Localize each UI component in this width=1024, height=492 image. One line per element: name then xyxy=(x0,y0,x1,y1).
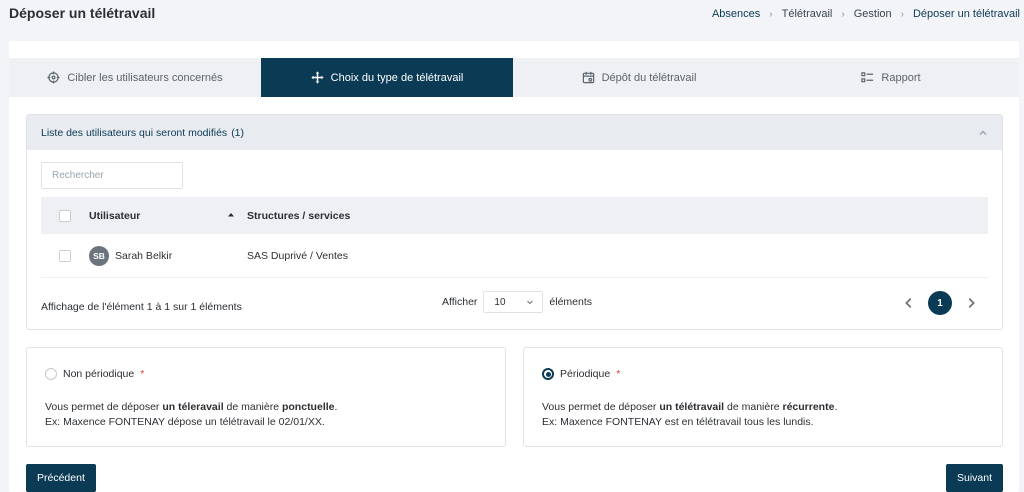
option-non-periodic[interactable]: Non périodique * Vous permet de déposer … xyxy=(26,347,506,447)
users-panel-title: Liste des utilisateurs qui seront modifi… xyxy=(41,126,228,139)
chevron-left-icon[interactable] xyxy=(902,296,916,310)
avatar: SB xyxy=(89,245,109,266)
step-report[interactable]: Rapport xyxy=(765,58,1017,97)
user-name: Sarah Belkir xyxy=(115,249,173,262)
page-size-value: 10 xyxy=(494,296,506,308)
step-label: Cibler les utilisateurs concernés xyxy=(67,71,223,84)
elements-label: éléments xyxy=(549,296,593,308)
list-check-icon xyxy=(861,71,874,84)
non-periodic-radio[interactable] xyxy=(45,368,57,380)
chevron-right-icon: › xyxy=(841,8,845,20)
table-footer: Affichage de l'élément 1 à 1 sur 1 éléme… xyxy=(41,291,988,321)
user-structure: SAS Duprivé / Ventes xyxy=(247,249,348,262)
chevron-right-icon: › xyxy=(769,8,773,20)
periodic-radio[interactable] xyxy=(542,368,554,380)
next-button[interactable]: Suivant xyxy=(946,464,1003,492)
stepper: Cibler les utilisateurs concernés Choix … xyxy=(9,58,1019,97)
non-periodic-label[interactable]: Non périodique xyxy=(63,368,134,380)
breadcrumb-absences[interactable]: Absences xyxy=(712,8,760,20)
step-target-users[interactable]: Cibler les utilisateurs concernés xyxy=(9,58,261,97)
step-choose-type[interactable]: Choix du type de télétravail xyxy=(261,58,513,97)
non-periodic-description: Vous permet de déposer un téleravail de … xyxy=(45,401,338,428)
row-checkbox[interactable] xyxy=(59,249,71,262)
page-button-current[interactable]: 1 xyxy=(928,291,952,315)
pagination: 1 xyxy=(902,291,978,315)
previous-button[interactable]: Précédent xyxy=(26,464,96,492)
chevron-right-icon[interactable] xyxy=(964,296,978,310)
breadcrumb-teletravail[interactable]: Télétravail xyxy=(782,8,833,20)
main-card: Cibler les utilisateurs concernés Choix … xyxy=(9,41,1019,492)
breadcrumb: Absences › Télétravail › Gestion › Dépos… xyxy=(712,8,1020,20)
page-title: Déposer un télétravail xyxy=(9,5,156,21)
chevron-down-icon xyxy=(526,298,534,306)
breadcrumb-current: Déposer un télétravail xyxy=(912,8,1020,20)
users-table: Utilisateur Structures / services SB Sar… xyxy=(41,197,988,278)
periodic-example: Ex: Maxence FONTENAY est en télétravail … xyxy=(542,416,814,428)
column-structure[interactable]: Structures / services xyxy=(247,210,350,222)
breadcrumb-gestion[interactable]: Gestion xyxy=(854,8,892,20)
column-structure-label: Structures / services xyxy=(247,209,351,222)
step-label: Choix du type de télétravail xyxy=(330,71,464,84)
users-panel-header[interactable]: Liste des utilisateurs qui seront modifi… xyxy=(27,115,1002,150)
table-row[interactable]: SB Sarah Belkir SAS Duprivé / Ventes xyxy=(41,234,988,278)
users-count: (1) xyxy=(231,126,245,139)
step-label: Dépôt du télétravail xyxy=(601,71,697,84)
select-all-checkbox[interactable] xyxy=(59,209,71,222)
show-label: Afficher xyxy=(442,296,478,308)
search-input[interactable] xyxy=(41,162,183,189)
crosshair-icon xyxy=(47,71,60,84)
non-periodic-example: Ex: Maxence FONTENAY dépose un télétrava… xyxy=(45,416,325,428)
pagination-info: Affichage de l'élément 1 à 1 sur 1 éléme… xyxy=(41,301,242,313)
column-user-label: Utilisateur xyxy=(89,209,141,222)
column-user[interactable]: Utilisateur xyxy=(89,210,247,222)
step-label: Rapport xyxy=(881,71,921,84)
calendar-icon xyxy=(582,71,595,84)
required-mark: * xyxy=(616,368,621,380)
option-periodic[interactable]: Périodique * Vous permet de déposer un t… xyxy=(523,347,1003,447)
chevron-up-icon[interactable] xyxy=(978,128,988,138)
periodic-label[interactable]: Périodique xyxy=(560,368,610,380)
move-arrows-icon xyxy=(311,71,324,84)
chevron-right-icon: › xyxy=(900,8,904,20)
periodic-description: Vous permet de déposer un télétravail de… xyxy=(542,401,838,428)
table-header: Utilisateur Structures / services xyxy=(41,197,988,234)
sort-icon[interactable] xyxy=(227,212,235,220)
users-panel: Liste des utilisateurs qui seront modifi… xyxy=(26,114,1003,330)
page-size-select[interactable]: 10 xyxy=(483,291,544,313)
step-deposit[interactable]: Dépôt du télétravail xyxy=(513,58,765,97)
page-size-control: Afficher 10 éléments xyxy=(442,291,592,313)
required-mark: * xyxy=(140,368,145,380)
